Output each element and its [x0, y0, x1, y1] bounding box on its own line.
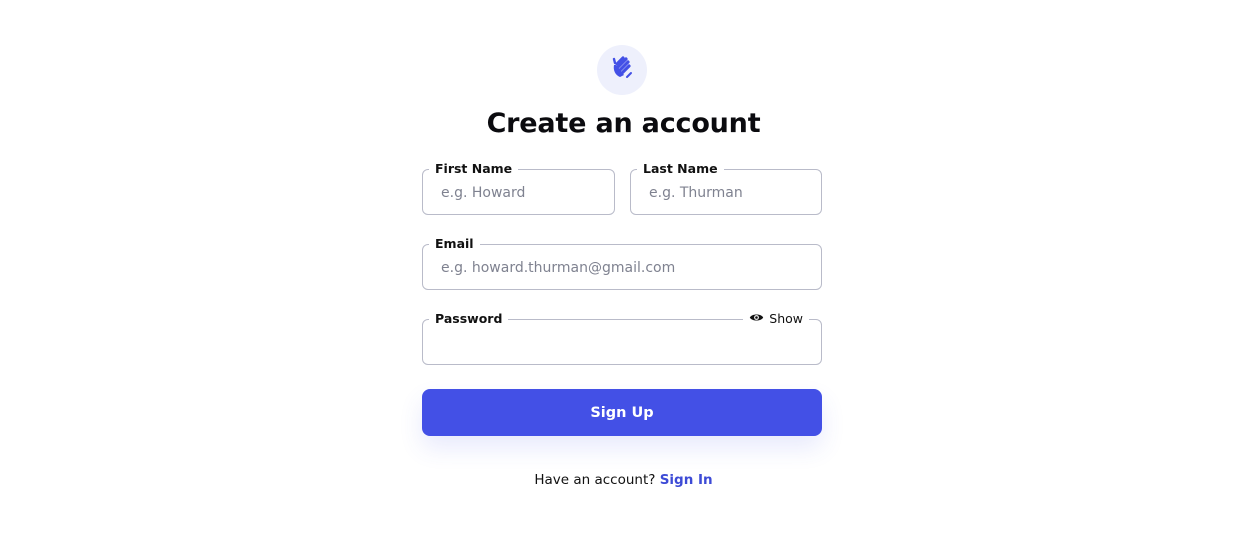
page-title: Create an account: [486, 108, 761, 139]
password-field[interactable]: Password Show: [422, 310, 822, 365]
first-name-field[interactable]: First Name e.g. Howard: [422, 160, 615, 215]
show-password-label: Show: [769, 311, 803, 326]
sign-in-link[interactable]: Sign In: [660, 472, 713, 488]
password-label: Password: [429, 310, 509, 328]
logo: [597, 45, 647, 95]
sign-in-prompt: Have an account? Sign In: [0, 472, 1247, 488]
last-name-label: Last Name: [637, 160, 724, 178]
first-name-label: First Name: [429, 160, 519, 178]
last-name-field[interactable]: Last Name e.g. Thurman: [630, 160, 822, 215]
signup-page: Create an account First Name e.g. Howard…: [0, 0, 1247, 558]
email-label: Email: [429, 235, 480, 253]
have-account-text: Have an account?: [534, 472, 656, 488]
email-field[interactable]: Email e.g. howard.thurman@gmail.com: [422, 235, 822, 290]
waving-hand-icon: [607, 53, 637, 87]
show-password-toggle[interactable]: Show: [743, 310, 809, 328]
first-name-input[interactable]: e.g. Howard: [441, 184, 602, 202]
email-input[interactable]: e.g. howard.thurman@gmail.com: [441, 259, 809, 277]
eye-icon: [749, 310, 764, 328]
sign-up-button[interactable]: Sign Up: [422, 389, 822, 436]
last-name-input[interactable]: e.g. Thurman: [649, 184, 809, 202]
